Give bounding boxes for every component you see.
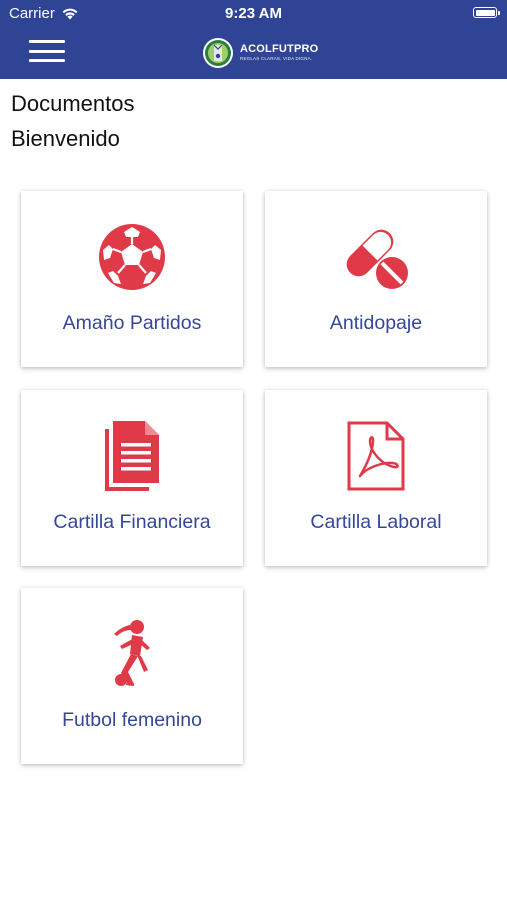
card-antidopaje[interactable]: Antidopaje [265,191,487,367]
soccer-ball-icon [99,224,165,290]
card-label: Futbol femenino [62,709,202,731]
brand-tagline: REGLAS CLARAS, VIDA DIGNA. [240,56,313,62]
app-header: Carrier 9:23 AM ACOLFUTPRO REGLAS CLARAS… [0,0,507,79]
document-icon [105,421,159,491]
status-bar: Carrier 9:23 AM [0,0,507,28]
brand-name: ACOLFUTPRO [240,43,319,56]
card-cartilla-laboral[interactable]: Cartilla Laboral [265,390,487,566]
pill-icon [346,229,408,289]
page-subtitle: Bienvenido [11,126,120,151]
card-label: Cartilla Financiera [53,511,211,533]
card-amano-partidos[interactable]: Amaño Partidos [21,191,243,367]
menu-button[interactable] [29,38,65,64]
card-label: Amaño Partidos [62,312,202,334]
card-label: Cartilla Laboral [310,511,442,533]
card-futbol-femenino[interactable]: Futbol femenino [21,588,243,764]
card-cartilla-financiera[interactable]: Cartilla Financiera [21,390,243,566]
pdf-file-icon [347,421,405,491]
brand-logo: ACOLFUTPRO REGLAS CLARAS, VIDA DIGNA. [201,37,318,69]
battery-icon [473,7,500,18]
status-time: 9:23 AM [225,5,282,22]
hamburger-menu-icon [29,40,65,43]
acolfutpro-logo [203,38,233,68]
page-title: Documentos [11,91,135,116]
female-soccer-player-icon [114,620,150,686]
card-label: Antidopaje [329,312,423,334]
